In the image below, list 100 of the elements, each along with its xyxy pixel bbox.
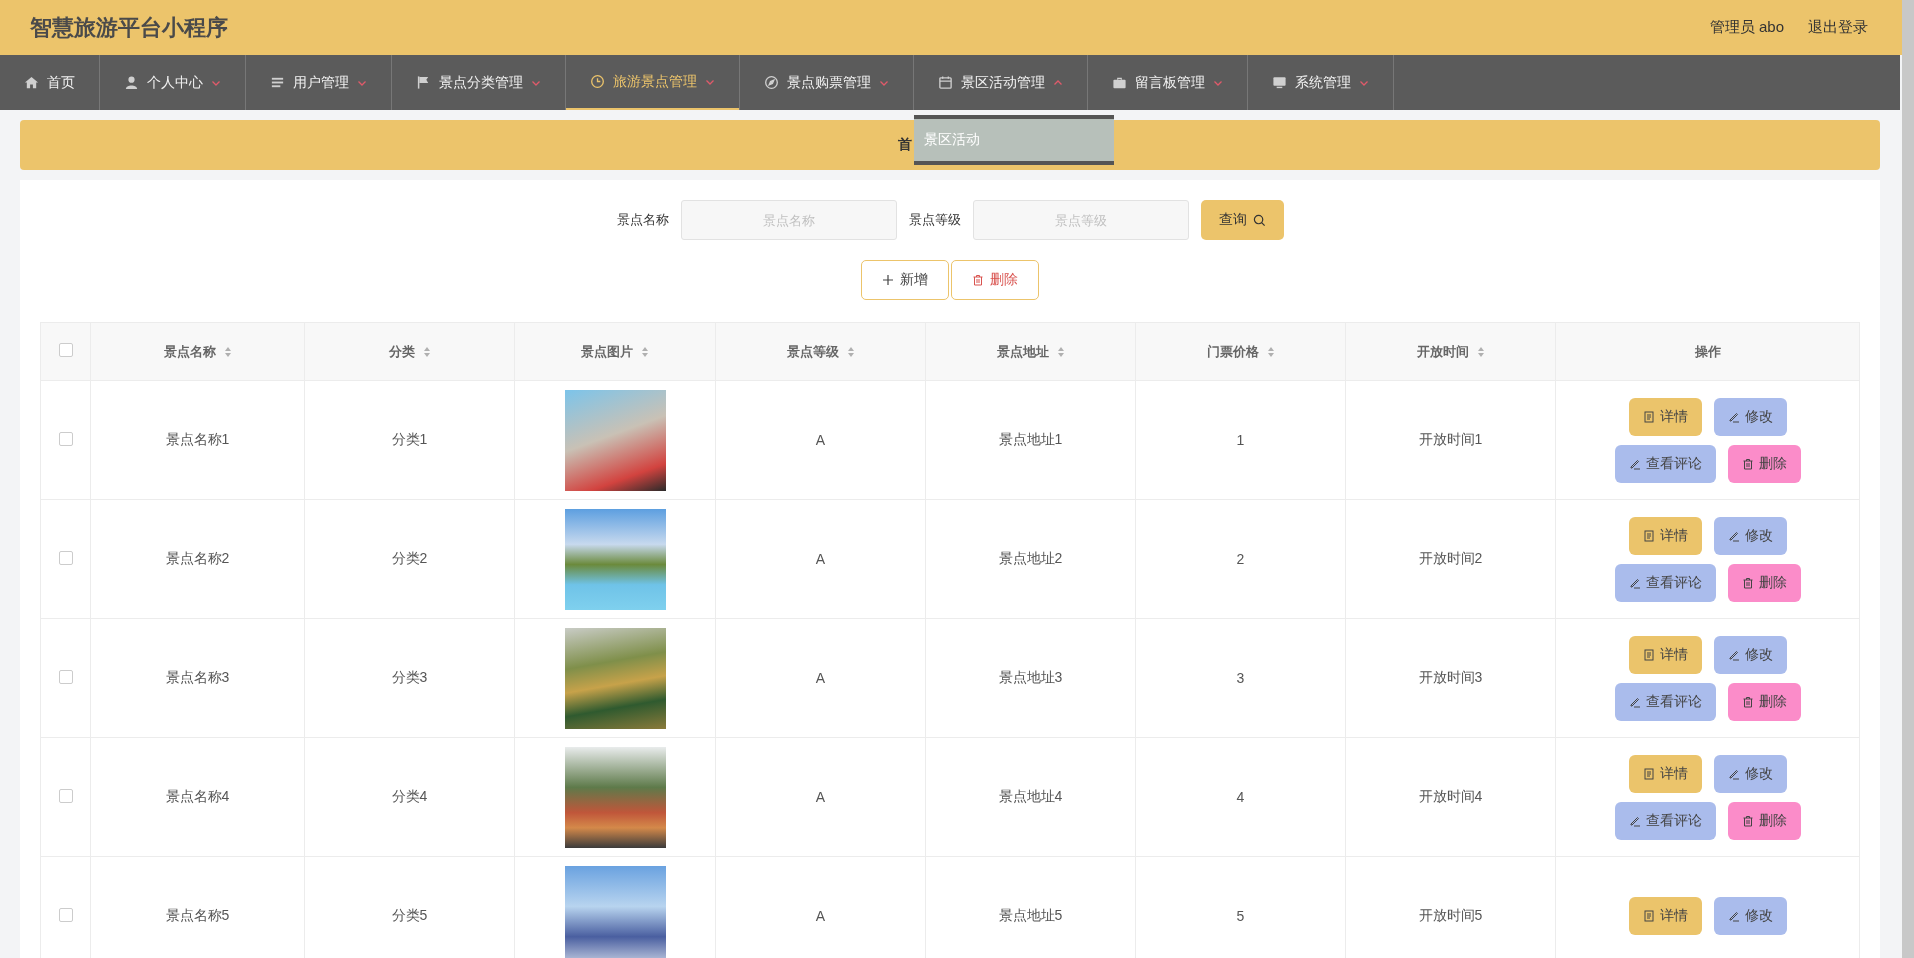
opening-time: 开放时间4 bbox=[1418, 788, 1483, 804]
nav-menu-item[interactable]: 旅游景点管理 bbox=[566, 55, 739, 110]
column-header[interactable]: 开放时间 bbox=[1345, 322, 1556, 381]
detail-button[interactable]: 详情 bbox=[1628, 754, 1702, 793]
add-button[interactable]: 新增 bbox=[861, 260, 949, 300]
column-header[interactable]: 分类 bbox=[304, 322, 515, 381]
sort-icon bbox=[846, 346, 855, 359]
row-checkbox[interactable] bbox=[58, 431, 73, 446]
opening-time: 开放时间1 bbox=[1418, 431, 1483, 447]
column-header[interactable]: 门票价格 bbox=[1135, 322, 1346, 381]
spot-level: A bbox=[815, 908, 826, 924]
spot-address: 景点地址2 bbox=[998, 550, 1063, 566]
edit-button[interactable]: 修改 bbox=[1713, 897, 1787, 935]
category: 分类1 bbox=[391, 431, 428, 447]
document-icon bbox=[1642, 410, 1655, 423]
calendar-icon bbox=[938, 75, 953, 90]
pencil-icon bbox=[1628, 814, 1641, 827]
view-comments-button[interactable]: 查看评论 bbox=[1614, 563, 1716, 602]
plus-icon bbox=[882, 274, 894, 286]
delete-button[interactable]: 删除 bbox=[1727, 682, 1801, 721]
spot-name: 景点名称4 bbox=[165, 788, 230, 804]
spot-level: A bbox=[815, 551, 826, 567]
compass-icon bbox=[764, 75, 779, 90]
home-icon bbox=[24, 75, 39, 90]
spot-name: 景点名称5 bbox=[165, 907, 230, 923]
edit-button[interactable]: 修改 bbox=[1713, 635, 1787, 674]
row-checkbox[interactable] bbox=[58, 669, 73, 684]
category: 分类5 bbox=[391, 907, 428, 923]
delete-button[interactable]: 删除 bbox=[1727, 444, 1801, 483]
delete-button[interactable]: 删除 bbox=[951, 260, 1039, 300]
sort-icon bbox=[1266, 346, 1275, 359]
pencil-icon bbox=[1628, 695, 1641, 708]
delete-button[interactable]: 删除 bbox=[1727, 801, 1801, 840]
clock-icon bbox=[590, 74, 605, 89]
pencil-icon bbox=[1727, 767, 1740, 780]
detail-button[interactable]: 详情 bbox=[1628, 397, 1702, 436]
app-title: 智慧旅游平台小程序 bbox=[30, 13, 228, 42]
edit-button[interactable]: 修改 bbox=[1713, 397, 1787, 436]
sort-icon bbox=[641, 346, 649, 359]
detail-button[interactable]: 详情 bbox=[1628, 635, 1702, 674]
detail-button[interactable]: 详情 bbox=[1628, 516, 1702, 555]
document-icon bbox=[1642, 767, 1655, 780]
ticket-price: 1 bbox=[1236, 432, 1245, 448]
row-checkbox[interactable] bbox=[58, 788, 73, 803]
breadcrumb-text: 首 bbox=[898, 136, 912, 154]
trash-icon bbox=[972, 274, 984, 286]
spot-address: 景点地址1 bbox=[998, 431, 1063, 447]
view-comments-button[interactable]: 查看评论 bbox=[1614, 444, 1716, 483]
search-label: 景点等级 bbox=[908, 211, 961, 229]
spot-name: 景点名称3 bbox=[165, 669, 230, 685]
spot-address: 景点地址5 bbox=[998, 907, 1063, 923]
column-header[interactable]: 景点图片 bbox=[514, 322, 716, 381]
nav-menu-item[interactable]: 景点购票管理 bbox=[740, 55, 913, 110]
nav-menu-item[interactable]: 用户管理 bbox=[246, 55, 391, 110]
view-comments-button[interactable]: 查看评论 bbox=[1614, 682, 1716, 721]
category: 分类3 bbox=[391, 669, 428, 685]
admin-user-label: 管理员 abo bbox=[1709, 18, 1784, 37]
column-header[interactable]: 景点地址 bbox=[925, 322, 1136, 381]
ticket-price: 2 bbox=[1236, 551, 1245, 567]
spot-level: A bbox=[815, 670, 826, 686]
pencil-icon bbox=[1628, 576, 1641, 589]
search-button[interactable]: 查询 bbox=[1200, 200, 1284, 240]
detail-button[interactable]: 详情 bbox=[1628, 897, 1702, 935]
nav-menu-item[interactable]: 首页 bbox=[0, 55, 99, 110]
edit-button[interactable]: 修改 bbox=[1713, 516, 1787, 555]
spot-level: A bbox=[815, 432, 826, 448]
delete-button[interactable]: 删除 bbox=[1727, 563, 1801, 602]
trash-icon bbox=[1741, 576, 1754, 589]
nav-menu-item[interactable]: 景点分类管理 bbox=[392, 55, 565, 110]
search-icon bbox=[1252, 213, 1266, 227]
briefcase-icon bbox=[1112, 75, 1127, 90]
scrollbar[interactable] bbox=[1902, 0, 1914, 958]
pencil-icon bbox=[1727, 410, 1740, 423]
nav-menu-item[interactable]: 景区活动管理 bbox=[914, 55, 1087, 110]
monitor-icon bbox=[1272, 75, 1287, 90]
ticket-price: 5 bbox=[1236, 908, 1245, 924]
nav-menu-item[interactable]: 留言板管理 bbox=[1088, 55, 1247, 110]
column-header[interactable]: 操作 bbox=[1555, 322, 1860, 381]
spot-level: A bbox=[815, 789, 826, 805]
sort-icon bbox=[1056, 346, 1065, 359]
column-header[interactable]: 景点等级 bbox=[715, 322, 926, 381]
opening-time: 开放时间5 bbox=[1418, 907, 1483, 923]
ticket-price: 4 bbox=[1236, 789, 1245, 805]
select-all-checkbox[interactable] bbox=[58, 343, 73, 357]
spot-name: 景点名称2 bbox=[165, 550, 230, 566]
column-header[interactable]: 景点名称 bbox=[90, 322, 305, 381]
nav-menu-item[interactable]: 系统管理 bbox=[1248, 55, 1393, 110]
edit-button[interactable]: 修改 bbox=[1713, 754, 1787, 793]
row-checkbox[interactable] bbox=[58, 907, 73, 922]
pencil-icon bbox=[1628, 457, 1641, 470]
nav-menu-item[interactable]: 个人中心 bbox=[100, 55, 245, 110]
flag-icon bbox=[416, 75, 431, 90]
opening-time: 开放时间2 bbox=[1418, 550, 1483, 566]
pencil-icon bbox=[1727, 910, 1740, 922]
pencil-icon bbox=[1727, 529, 1740, 542]
logout-link[interactable]: 退出登录 bbox=[1808, 18, 1868, 37]
row-checkbox[interactable] bbox=[58, 550, 73, 565]
sort-icon bbox=[1476, 346, 1485, 359]
category: 分类4 bbox=[391, 788, 428, 804]
view-comments-button[interactable]: 查看评论 bbox=[1614, 801, 1716, 840]
